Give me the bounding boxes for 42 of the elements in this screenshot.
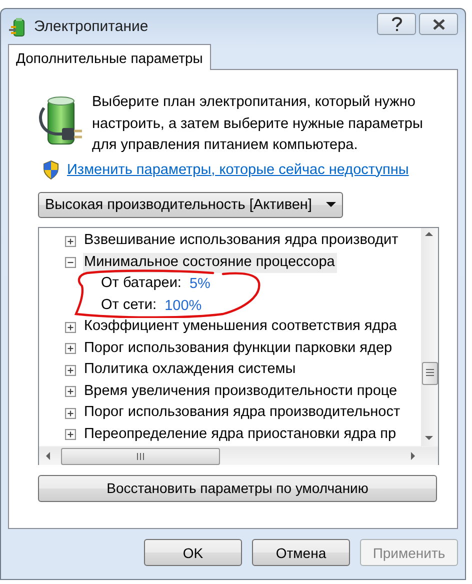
expand-icon[interactable] [65, 364, 76, 376]
tree-item[interactable]: Коэффициент уменьшения соответствия ядра [83, 317, 399, 338]
caret-icon [326, 202, 336, 207]
help-icon [390, 16, 404, 32]
tree-item[interactable]: Порог использования функции парковки ядер [83, 338, 394, 359]
close-button[interactable] [419, 13, 458, 35]
horizontal-scrollbar[interactable] [39, 446, 438, 464]
tree-item[interactable]: Политика охлаждения системы [83, 360, 298, 380]
close-icon [432, 18, 446, 30]
expand-icon[interactable] [65, 322, 76, 333]
collapse-icon[interactable] [65, 257, 76, 268]
expand-icon[interactable] [65, 408, 76, 419]
scroll-up-icon[interactable] [425, 232, 433, 236]
scroll-right-icon[interactable] [411, 452, 415, 460]
scroll-down-icon[interactable] [425, 436, 433, 440]
admin-settings-link[interactable]: Изменить параметры, которые сейчас недоступны [67, 162, 409, 178]
expand-icon[interactable] [65, 386, 76, 398]
expand-icon[interactable] [65, 236, 76, 247]
tree-item[interactable]: Взвешивание использования ядра производит [83, 231, 400, 252]
plan-dropdown[interactable]: Высокая производительность [Активен] [38, 192, 343, 218]
vertical-scrollbar[interactable] [421, 228, 438, 446]
expand-icon[interactable] [65, 343, 76, 354]
setting-label[interactable]: От сети: [100, 296, 159, 316]
help-button[interactable] [377, 13, 416, 35]
setting-value[interactable]: 5% [189, 276, 210, 292]
grip-icon [426, 368, 434, 376]
tab[interactable]: Дополнительные параметры [8, 44, 211, 70]
grip-icon [137, 452, 144, 460]
cancel-button[interactable]: Отмена [252, 539, 350, 566]
tree-item[interactable]: Минимальное состояние процессора [83, 252, 337, 273]
tree-item[interactable]: Переопределение ядра приостановки ядра пр [83, 424, 398, 445]
ok-button[interactable]: OK [144, 539, 242, 566]
window-title: Электропитание [34, 18, 148, 35]
tree-item[interactable]: Время увеличения производительности проце [83, 382, 400, 402]
intro-text: Выберите план электропитания, который нужно настроить, а затем выберите нужные параметры для управления питанием компьютера. [92, 93, 424, 155]
restore-defaults-button[interactable]: Восстановить параметры по умолчанию [38, 474, 437, 502]
expand-icon[interactable] [65, 429, 76, 440]
shield-icon [42, 160, 60, 180]
setting-value[interactable]: 100% [164, 298, 202, 314]
tree-item[interactable]: Порог использования ядра производительност [83, 403, 402, 424]
setting-label[interactable]: От батареи: [100, 274, 184, 294]
scroll-left-icon[interactable] [46, 452, 50, 460]
